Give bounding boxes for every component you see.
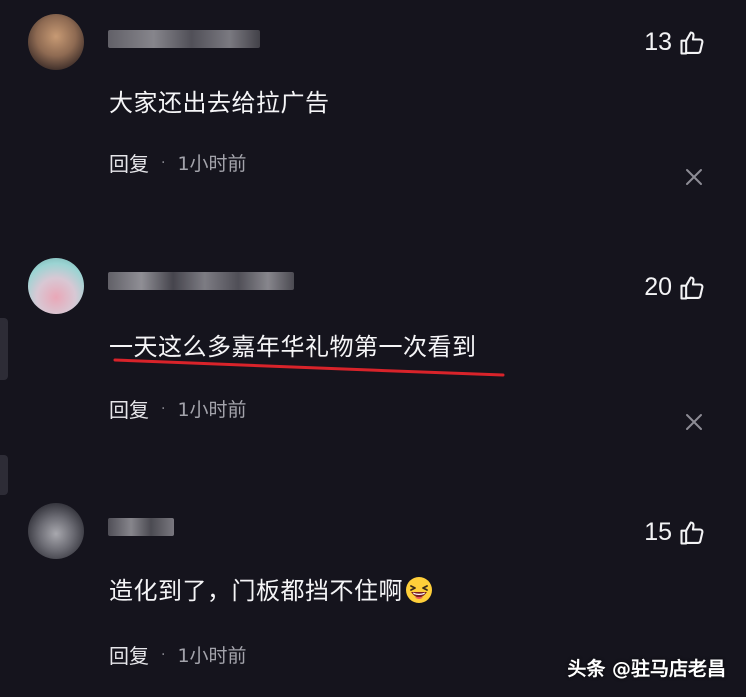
comment-list-page: 13 大家还出去给拉广告 回复 · 1小时前 20 一天这么多嘉年华礼物第一次看… xyxy=(0,0,746,697)
comment-text: 大家还出去给拉广告 xyxy=(109,89,330,117)
grinning-squinting-face-icon xyxy=(406,577,432,603)
left-side-tab[interactable] xyxy=(0,318,8,380)
comment-text: 造化到了，门板都挡不住啊 xyxy=(109,571,433,606)
comment-meta: 回复 · 1小时前 xyxy=(109,640,247,669)
comment-meta: 回复 · 1小时前 xyxy=(109,394,247,423)
thumbs-up-icon xyxy=(680,30,704,55)
close-icon[interactable] xyxy=(684,167,704,187)
meta-separator: · xyxy=(161,646,166,663)
red-underline-annotation xyxy=(113,358,505,377)
left-side-tab-lower[interactable] xyxy=(0,455,8,495)
like-count: 20 xyxy=(644,273,672,301)
avatar[interactable] xyxy=(28,14,84,70)
like-button[interactable]: 20 xyxy=(644,273,706,302)
username-blurred[interactable] xyxy=(108,518,174,536)
reply-button[interactable]: 回复 xyxy=(109,394,149,423)
watermark: 头条 @驻马店老昌 xyxy=(567,658,726,680)
comment-time: 1小时前 xyxy=(177,153,247,175)
avatar[interactable] xyxy=(28,503,84,559)
comment-meta: 回复 · 1小时前 xyxy=(109,148,247,177)
like-count: 13 xyxy=(644,28,672,56)
username-blurred[interactable] xyxy=(108,30,260,48)
avatar[interactable] xyxy=(28,258,84,314)
like-button[interactable]: 15 xyxy=(644,518,706,547)
comment-time: 1小时前 xyxy=(177,645,247,667)
username-blurred[interactable] xyxy=(108,272,294,290)
reply-button[interactable]: 回复 xyxy=(109,148,149,177)
comment-time: 1小时前 xyxy=(177,399,247,421)
thumbs-up-icon xyxy=(680,520,704,545)
thumbs-up-icon xyxy=(680,275,704,300)
meta-separator: · xyxy=(161,154,166,171)
comment-text-body: 造化到了，门板都挡不住啊 xyxy=(109,577,403,605)
close-icon[interactable] xyxy=(684,412,704,432)
like-count: 15 xyxy=(644,518,672,546)
meta-separator: · xyxy=(161,400,166,417)
reply-button[interactable]: 回复 xyxy=(109,640,149,669)
like-button[interactable]: 13 xyxy=(644,28,706,57)
